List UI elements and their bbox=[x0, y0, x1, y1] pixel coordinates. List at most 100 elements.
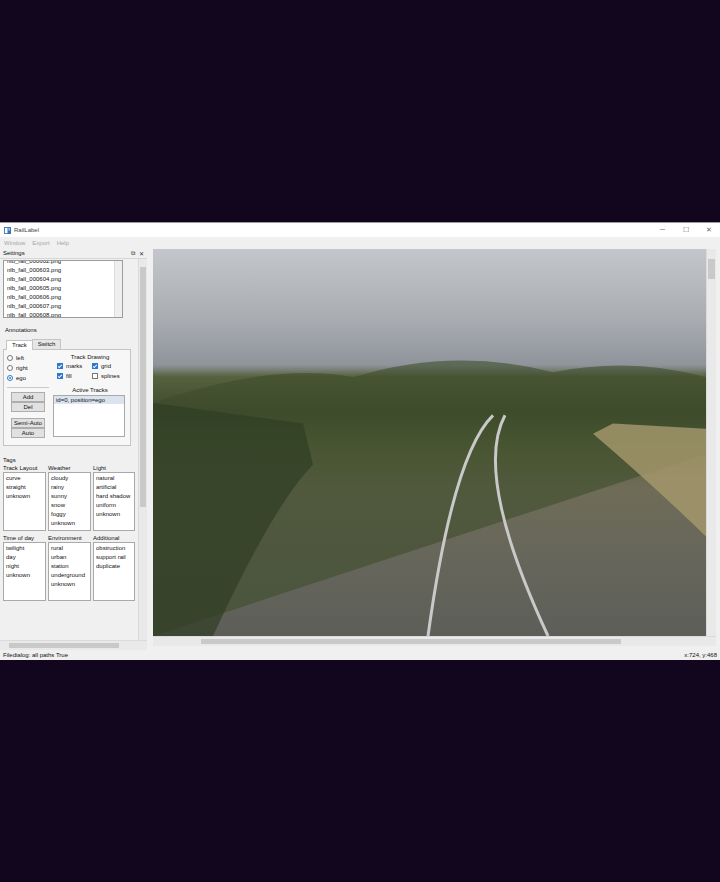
tag-item[interactable]: unknown bbox=[94, 510, 134, 519]
track-left-column: left right ego AddDel Semi-AutoAuto bbox=[7, 353, 49, 442]
menu-item[interactable]: Export bbox=[32, 240, 49, 246]
tag-item[interactable]: uniform bbox=[94, 501, 134, 510]
drawing-option[interactable]: grid bbox=[92, 362, 127, 370]
tag-item[interactable]: natural bbox=[94, 474, 134, 483]
tag-item[interactable]: station bbox=[49, 562, 90, 571]
file-item[interactable]: nlb_fall_000602.png bbox=[4, 260, 114, 266]
tag-item[interactable]: snow bbox=[49, 501, 90, 510]
tag-item[interactable]: artificial bbox=[94, 483, 134, 492]
tag-item[interactable]: unknown bbox=[4, 492, 45, 501]
checkbox[interactable] bbox=[92, 363, 98, 369]
tag-list[interactable]: ruralurbanstationundergroundunknown bbox=[48, 542, 91, 601]
tag-group-label: Time of day bbox=[3, 534, 46, 542]
annotation-tabs: TrackSwitch bbox=[3, 339, 135, 349]
separator bbox=[7, 387, 49, 388]
close-button[interactable]: ✕ bbox=[697, 223, 720, 237]
tag-item[interactable]: support rail bbox=[94, 553, 134, 562]
position-option[interactable]: right bbox=[7, 363, 49, 373]
dock-vertical-scrollbar[interactable] bbox=[138, 259, 147, 640]
file-item[interactable]: nlb_fall_000606.png bbox=[4, 293, 114, 302]
checkbox-label[interactable]: marks bbox=[66, 363, 82, 369]
tag-item[interactable]: urban bbox=[49, 553, 90, 562]
tag-list[interactable]: naturalartificialhard shadowuniformunkno… bbox=[93, 472, 135, 531]
radio-button[interactable] bbox=[7, 375, 13, 381]
radio-button[interactable] bbox=[7, 355, 13, 361]
auto-button[interactable]: Semi-Auto bbox=[11, 418, 45, 428]
scroll-thumb[interactable] bbox=[201, 639, 621, 644]
scroll-thumb[interactable] bbox=[9, 643, 119, 648]
position-option[interactable]: ego bbox=[7, 373, 49, 383]
tag-group: Environmentruralurbanstationundergroundu… bbox=[48, 534, 91, 601]
image-horizontal-scrollbar[interactable] bbox=[153, 636, 716, 646]
menu-item[interactable]: Window bbox=[4, 240, 25, 246]
dock-header: Settings⧉✕ bbox=[0, 248, 147, 258]
tag-item[interactable]: rural bbox=[49, 544, 90, 553]
drawing-option[interactable]: splines bbox=[92, 372, 127, 380]
maximize-button[interactable]: ☐ bbox=[674, 223, 697, 237]
file-item[interactable]: nlb_fall_000603.png bbox=[4, 266, 114, 275]
tag-item[interactable]: hard shadow bbox=[94, 492, 134, 501]
image-vertical-scrollbar[interactable] bbox=[706, 249, 716, 636]
radio-button[interactable] bbox=[7, 365, 13, 371]
tag-list[interactable]: obstructionsupport railduplicate bbox=[93, 542, 135, 601]
file-list[interactable]: nlb_fall_000602.pngnlb_fall_000603.pngnl… bbox=[3, 260, 123, 318]
dock-body: nlb_fall_000602.pngnlb_fall_000603.pngnl… bbox=[0, 258, 147, 650]
auto-button[interactable]: Auto bbox=[11, 428, 45, 438]
close-dock-button[interactable]: ✕ bbox=[139, 250, 144, 257]
checkbox-label[interactable]: fill bbox=[66, 373, 72, 379]
annotations-label: Annotations bbox=[3, 326, 135, 335]
tag-list[interactable]: curvestraightunknown bbox=[3, 472, 46, 531]
scroll-thumb[interactable] bbox=[140, 267, 146, 507]
tag-item[interactable]: night bbox=[4, 562, 45, 571]
minimize-button[interactable]: ─ bbox=[651, 223, 674, 237]
active-tracks-label: Active Tracks bbox=[53, 386, 127, 394]
radio-label[interactable]: left bbox=[16, 355, 24, 361]
track-item[interactable]: id=0, position=ego bbox=[54, 396, 124, 404]
edit-button[interactable]: Del bbox=[11, 402, 45, 412]
tag-item[interactable]: twilight bbox=[4, 544, 45, 553]
file-item[interactable]: nlb_fall_000607.png bbox=[4, 302, 114, 311]
file-item[interactable]: nlb_fall_000604.png bbox=[4, 275, 114, 284]
tag-group: Lightnaturalartificialhard shadowuniform… bbox=[93, 464, 135, 531]
tag-item[interactable]: duplicate bbox=[94, 562, 134, 571]
tag-item[interactable]: obstruction bbox=[94, 544, 134, 553]
file-item[interactable]: nlb_fall_000608.png bbox=[4, 311, 114, 318]
edit-button[interactable]: Add bbox=[11, 392, 45, 402]
drawing-option[interactable]: marks bbox=[57, 362, 92, 370]
file-list-scrollbar[interactable] bbox=[114, 261, 122, 317]
menu-item[interactable]: Help bbox=[57, 240, 69, 246]
file-item[interactable]: nlb_fall_000605.png bbox=[4, 284, 114, 293]
tag-item[interactable]: sunny bbox=[49, 492, 90, 501]
scroll-thumb[interactable] bbox=[708, 259, 715, 279]
float-button[interactable]: ⧉ bbox=[131, 250, 135, 257]
checkbox[interactable] bbox=[57, 363, 63, 369]
status-bar: Filedialog: all paths Truex:724, y:468 bbox=[0, 650, 720, 660]
checkbox-label[interactable]: splines bbox=[101, 373, 120, 379]
checkbox-label[interactable]: grid bbox=[101, 363, 111, 369]
tag-item[interactable]: unknown bbox=[49, 580, 90, 589]
tag-groups: Track LayoutcurvestraightunknownWeatherc… bbox=[3, 464, 135, 604]
drawing-option[interactable]: fill bbox=[57, 372, 92, 380]
tag-item[interactable]: underground bbox=[49, 571, 90, 580]
position-option[interactable]: left bbox=[7, 353, 49, 363]
checkbox[interactable] bbox=[92, 373, 98, 379]
tag-list[interactable]: cloudyrainysunnysnowfoggyunknown bbox=[48, 472, 91, 531]
tag-item[interactable]: day bbox=[4, 553, 45, 562]
tag-list[interactable]: twilightdaynightunknown bbox=[3, 542, 46, 601]
tag-item[interactable]: unknown bbox=[49, 519, 90, 528]
tag-item[interactable]: rainy bbox=[49, 483, 90, 492]
radio-label[interactable]: right bbox=[16, 365, 28, 371]
tag-item[interactable]: unknown bbox=[4, 571, 45, 580]
tag-item[interactable]: curve bbox=[4, 474, 45, 483]
radio-label[interactable]: ego bbox=[16, 375, 26, 381]
dock-row: nlb_fall_000602.pngnlb_fall_000603.pngnl… bbox=[0, 259, 147, 640]
settings-dock: Settings⧉✕nlb_fall_000602.pngnlb_fall_00… bbox=[0, 248, 147, 650]
tag-item[interactable]: straight bbox=[4, 483, 45, 492]
tab[interactable]: Track bbox=[6, 340, 33, 350]
tag-item[interactable]: cloudy bbox=[49, 474, 90, 483]
tag-item[interactable]: foggy bbox=[49, 510, 90, 519]
checkbox[interactable] bbox=[57, 373, 63, 379]
tab[interactable]: Switch bbox=[32, 339, 62, 349]
active-tracks-list[interactable]: id=0, position=ego bbox=[53, 395, 125, 437]
dock-horizontal-scrollbar[interactable] bbox=[0, 640, 147, 650]
